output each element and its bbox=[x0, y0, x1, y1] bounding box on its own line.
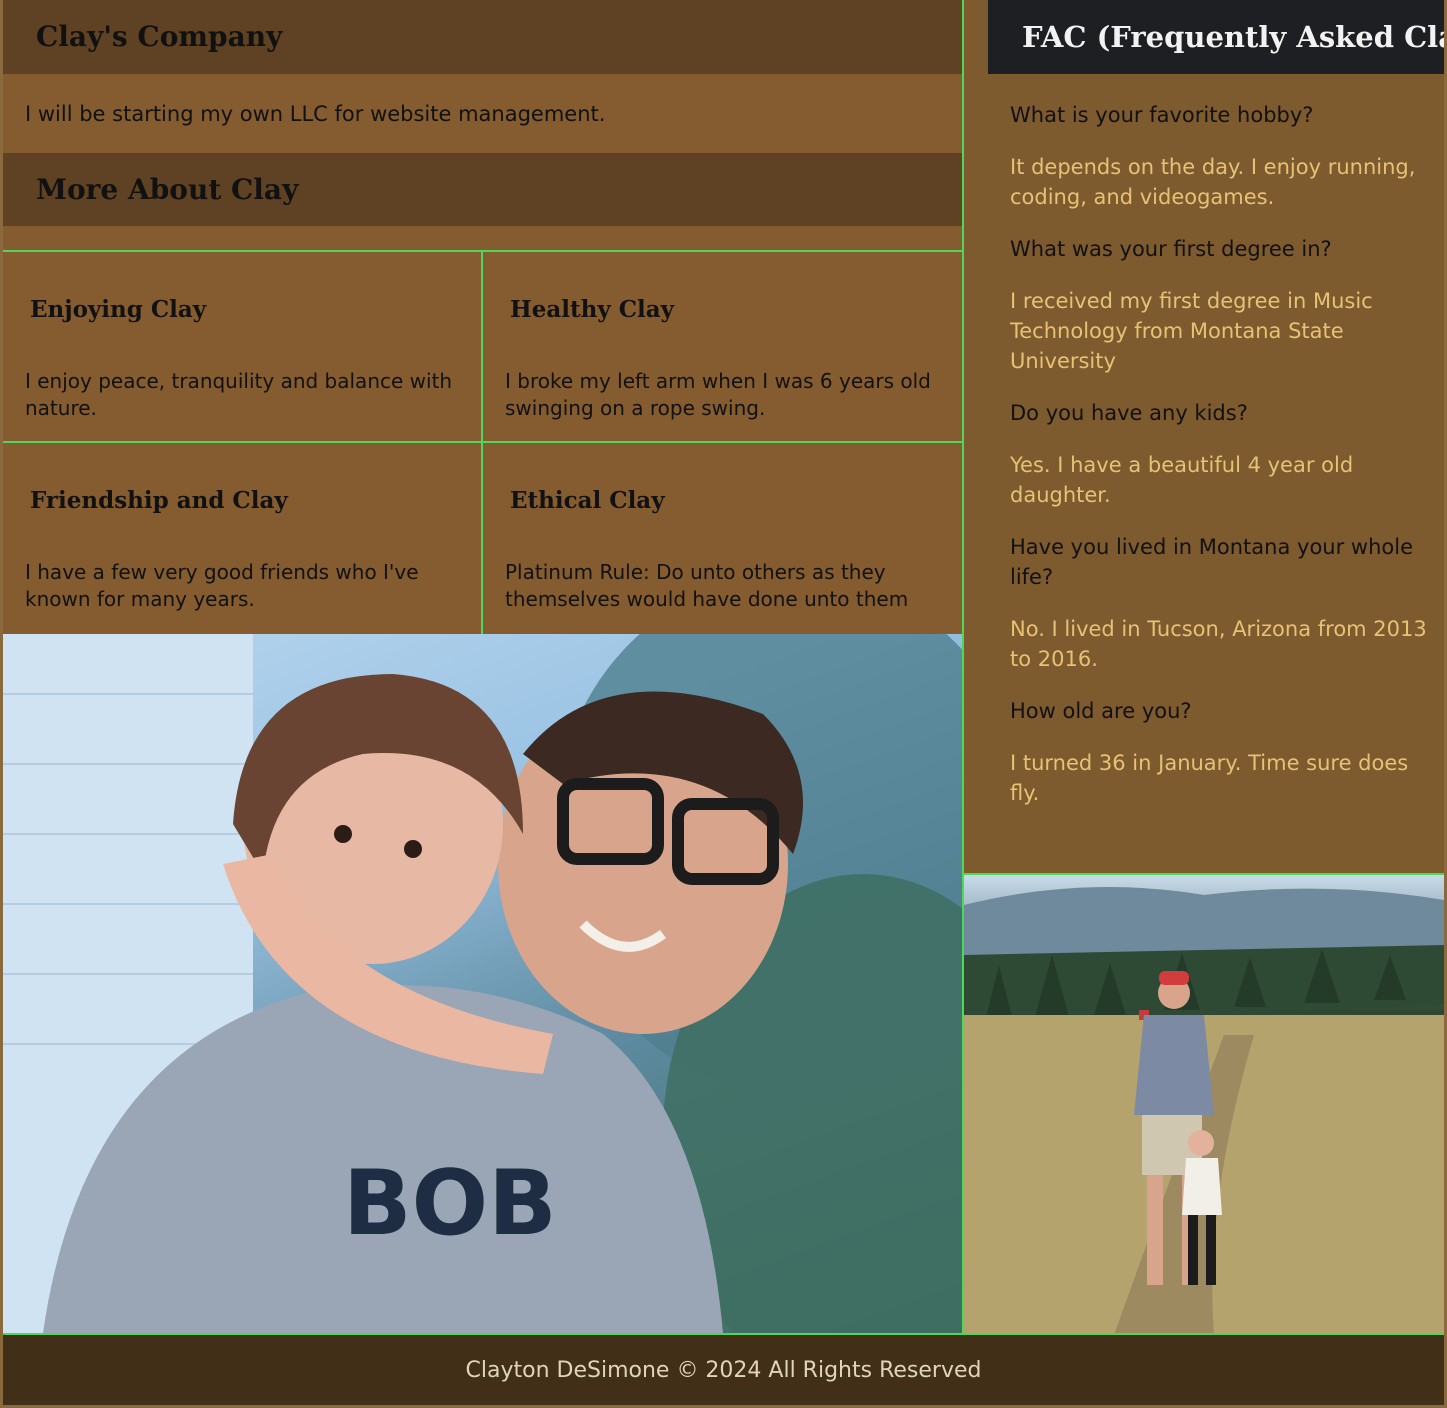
site-footer: Clayton DeSimone © 2024 All Rights Reser… bbox=[3, 1333, 1444, 1405]
faq-answer: I turned 36 in January. Time sure does f… bbox=[1010, 751, 1409, 805]
about-card-text: I have a few very good friends who I've … bbox=[25, 560, 419, 611]
about-card-friendship: Friendship and Clay I have a few very go… bbox=[3, 443, 483, 634]
faq-answer: I received my first degree in Music Tech… bbox=[1010, 289, 1373, 373]
about-card-healthy: Healthy Clay I broke my left arm when I … bbox=[483, 252, 962, 443]
about-card-title: Enjoying Clay bbox=[30, 296, 207, 323]
about-card-text: I enjoy peace, tranquility and balance w… bbox=[25, 369, 453, 420]
more-about-heading: More About Clay bbox=[3, 153, 962, 226]
about-card-title: Ethical Clay bbox=[510, 487, 665, 514]
faq-heading: FAC (Frequently Asked Clay) bbox=[988, 0, 1444, 74]
faq-list: What is your favorite hobby? It depends … bbox=[1010, 100, 1430, 830]
faq-answer: It depends on the day. I enjoy running, … bbox=[1010, 155, 1416, 209]
about-card-enjoying: Enjoying Clay I enjoy peace, tranquility… bbox=[3, 252, 483, 443]
about-grid: Enjoying Clay I enjoy peace, tranquility… bbox=[3, 250, 962, 634]
about-card-text: I broke my left arm when I was 6 years o… bbox=[505, 369, 931, 420]
faq-question: Have you lived in Montana your whole lif… bbox=[1010, 535, 1413, 589]
shirt-text: BOB bbox=[343, 1151, 557, 1256]
main-column: Clay's Company I will be starting my own… bbox=[3, 0, 964, 1333]
faq-answer: Yes. I have a beautiful 4 year old daugh… bbox=[1010, 453, 1354, 507]
about-card-title: Friendship and Clay bbox=[30, 487, 288, 514]
faq-question: How old are you? bbox=[1010, 699, 1192, 723]
faq-question: What was your first degree in? bbox=[1010, 237, 1332, 261]
faq-question: What is your favorite hobby? bbox=[1010, 103, 1314, 127]
about-card-ethical: Ethical Clay Platinum Rule: Do unto othe… bbox=[483, 443, 962, 634]
company-heading: Clay's Company bbox=[3, 0, 962, 74]
faq-answer: No. I lived in Tucson, Arizona from 2013… bbox=[1010, 617, 1427, 671]
company-description: I will be starting my own LLC for websit… bbox=[3, 74, 962, 153]
faq-column: FAC (Frequently Asked Clay) What is your… bbox=[964, 0, 1444, 873]
about-card-title: Healthy Clay bbox=[510, 296, 675, 323]
about-card-text: Platinum Rule: Do unto others as they th… bbox=[505, 560, 909, 611]
photo-meadow-hike bbox=[964, 873, 1444, 1333]
faq-question: Do you have any kids? bbox=[1010, 401, 1248, 425]
photo-father-daughter-hug: BOB bbox=[3, 634, 962, 1333]
footer-copyright: Clayton DeSimone © 2024 All Rights Reser… bbox=[465, 1358, 982, 1383]
photo-illustration bbox=[964, 887, 1444, 1333]
photo-illustration: BOB bbox=[3, 634, 962, 1333]
